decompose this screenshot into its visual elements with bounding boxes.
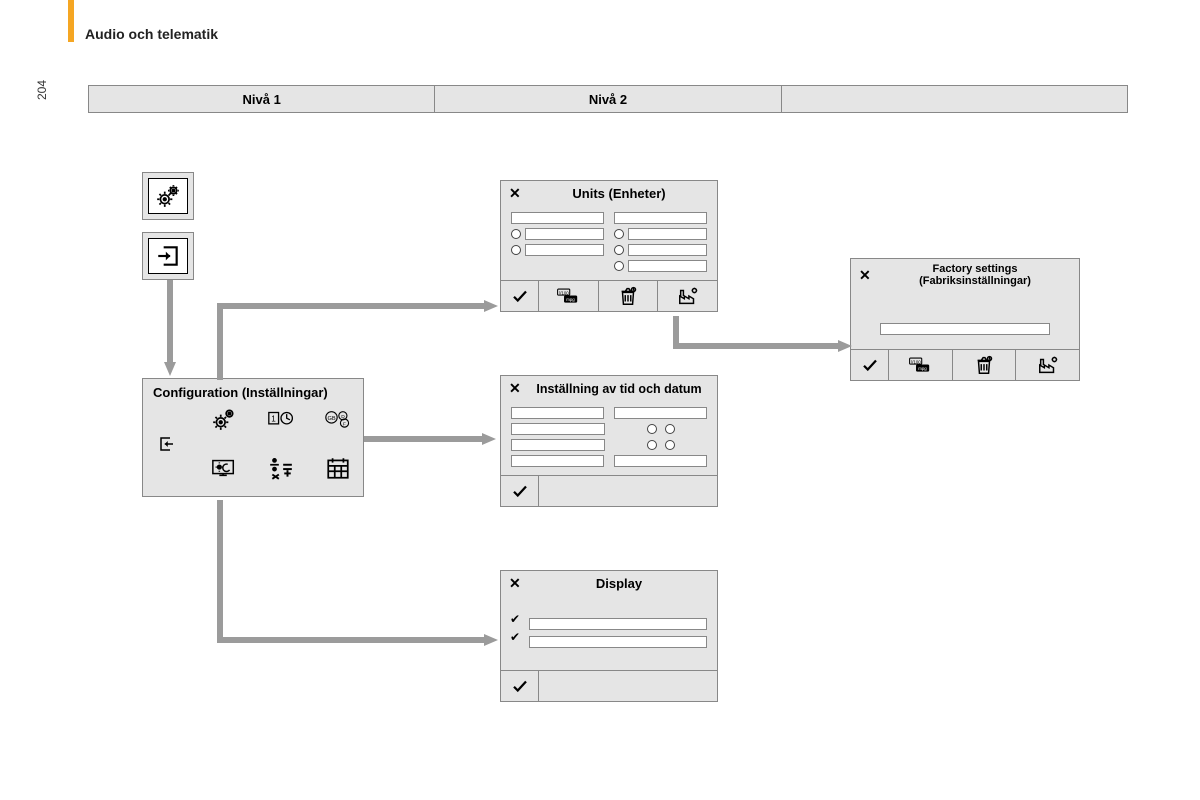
enter-button[interactable] xyxy=(142,232,194,280)
display-panel: ✕ Display xyxy=(500,570,718,702)
field-slot[interactable] xyxy=(880,323,1050,335)
confirm-button[interactable] xyxy=(851,350,889,380)
radio-icon[interactable] xyxy=(511,229,521,239)
trash-icon[interactable] xyxy=(953,350,1017,380)
settings-button[interactable] xyxy=(142,172,194,220)
radio-icon[interactable] xyxy=(511,245,521,255)
gears-icon xyxy=(148,178,188,214)
field-slot[interactable] xyxy=(525,228,604,240)
svg-text:mpg: mpg xyxy=(567,297,576,302)
trash-icon[interactable] xyxy=(599,281,659,311)
close-icon[interactable]: ✕ xyxy=(509,185,523,202)
field-slot[interactable] xyxy=(511,455,604,467)
close-icon[interactable]: ✕ xyxy=(509,575,523,592)
radio-icon[interactable] xyxy=(647,440,657,450)
section-accent-bar xyxy=(68,0,74,42)
level-header-bar: Nivå 1 Nivå 2 xyxy=(88,85,1128,113)
field-slot[interactable] xyxy=(614,455,707,467)
flow-arrow xyxy=(164,280,176,380)
flow-arrow xyxy=(670,316,860,366)
page-number: 204 xyxy=(35,80,49,100)
svg-text:l/100: l/100 xyxy=(912,359,922,364)
back-icon[interactable] xyxy=(158,435,176,458)
factory-icon[interactable] xyxy=(1016,350,1079,380)
flow-arrow xyxy=(214,500,504,660)
confirm-button[interactable] xyxy=(501,476,539,506)
field-slot[interactable] xyxy=(511,212,604,224)
svg-text:F: F xyxy=(343,422,346,428)
display-night-icon[interactable] xyxy=(211,455,237,486)
datetime-title: Inställning av tid och datum xyxy=(529,382,709,396)
radio-icon[interactable] xyxy=(614,229,624,239)
field-slot[interactable] xyxy=(628,228,707,240)
confirm-button[interactable] xyxy=(501,671,539,701)
configuration-panel: Configuration (Inställningar) 1 GB D xyxy=(142,378,364,497)
empty-toolbar-cell xyxy=(539,671,717,701)
radio-icon[interactable] xyxy=(614,245,624,255)
field-slot[interactable] xyxy=(628,260,707,272)
field-slot[interactable] xyxy=(614,407,707,419)
level-2-header: Nivå 2 xyxy=(434,85,781,113)
configuration-title: Configuration (Inställningar) xyxy=(143,379,363,402)
display-title: Display xyxy=(529,576,709,591)
radio-icon[interactable] xyxy=(665,424,675,434)
mpg-km-icon[interactable]: l/100 mpg xyxy=(539,281,599,311)
field-slot[interactable] xyxy=(525,244,604,256)
radio-icon[interactable] xyxy=(647,424,657,434)
section-title: Audio och telematik xyxy=(85,26,218,42)
svg-text:1: 1 xyxy=(271,414,276,423)
checkbox-icon[interactable] xyxy=(511,636,523,648)
level-1-header: Nivå 1 xyxy=(88,85,435,113)
confirm-button[interactable] xyxy=(501,281,539,311)
units-math-icon[interactable] xyxy=(268,455,294,486)
close-icon[interactable]: ✕ xyxy=(509,380,523,397)
field-slot[interactable] xyxy=(511,407,604,419)
factory-icon[interactable] xyxy=(658,281,717,311)
factory-panel: ✕ Factory settings (Fabriksinställningar… xyxy=(850,258,1080,381)
radio-icon[interactable] xyxy=(665,440,675,450)
language-icon[interactable]: GB D F xyxy=(325,406,351,437)
units-toolbar: l/100 mpg xyxy=(501,280,717,311)
close-icon[interactable]: ✕ xyxy=(859,267,873,284)
enter-icon xyxy=(148,238,188,274)
flow-arrow xyxy=(364,432,504,446)
clock-date-icon[interactable]: 1 xyxy=(268,406,294,437)
factory-title: Factory settings (Fabriksinställningar) xyxy=(879,263,1071,287)
config-gears-icon[interactable] xyxy=(211,406,237,437)
svg-text:l/100: l/100 xyxy=(560,290,570,295)
svg-text:GB: GB xyxy=(328,416,336,422)
datetime-panel: ✕ Inställning av tid och datum xyxy=(500,375,718,507)
radio-icon[interactable] xyxy=(614,261,624,271)
level-3-header xyxy=(781,85,1128,113)
mpg-km-icon[interactable]: l/100 mpg xyxy=(889,350,953,380)
field-slot[interactable] xyxy=(614,212,707,224)
checkbox-icon[interactable] xyxy=(511,618,523,630)
empty-toolbar-cell xyxy=(539,476,717,506)
field-slot[interactable] xyxy=(529,636,707,648)
field-slot[interactable] xyxy=(628,244,707,256)
svg-text:mpg: mpg xyxy=(919,366,928,371)
field-slot[interactable] xyxy=(511,439,605,451)
units-title: Units (Enheter) xyxy=(529,186,709,201)
field-slot[interactable] xyxy=(511,423,605,435)
calendar-icon[interactable] xyxy=(325,455,351,486)
field-slot[interactable] xyxy=(529,618,707,630)
units-panel: ✕ Units (Enheter) l/100 mpg xyxy=(500,180,718,312)
